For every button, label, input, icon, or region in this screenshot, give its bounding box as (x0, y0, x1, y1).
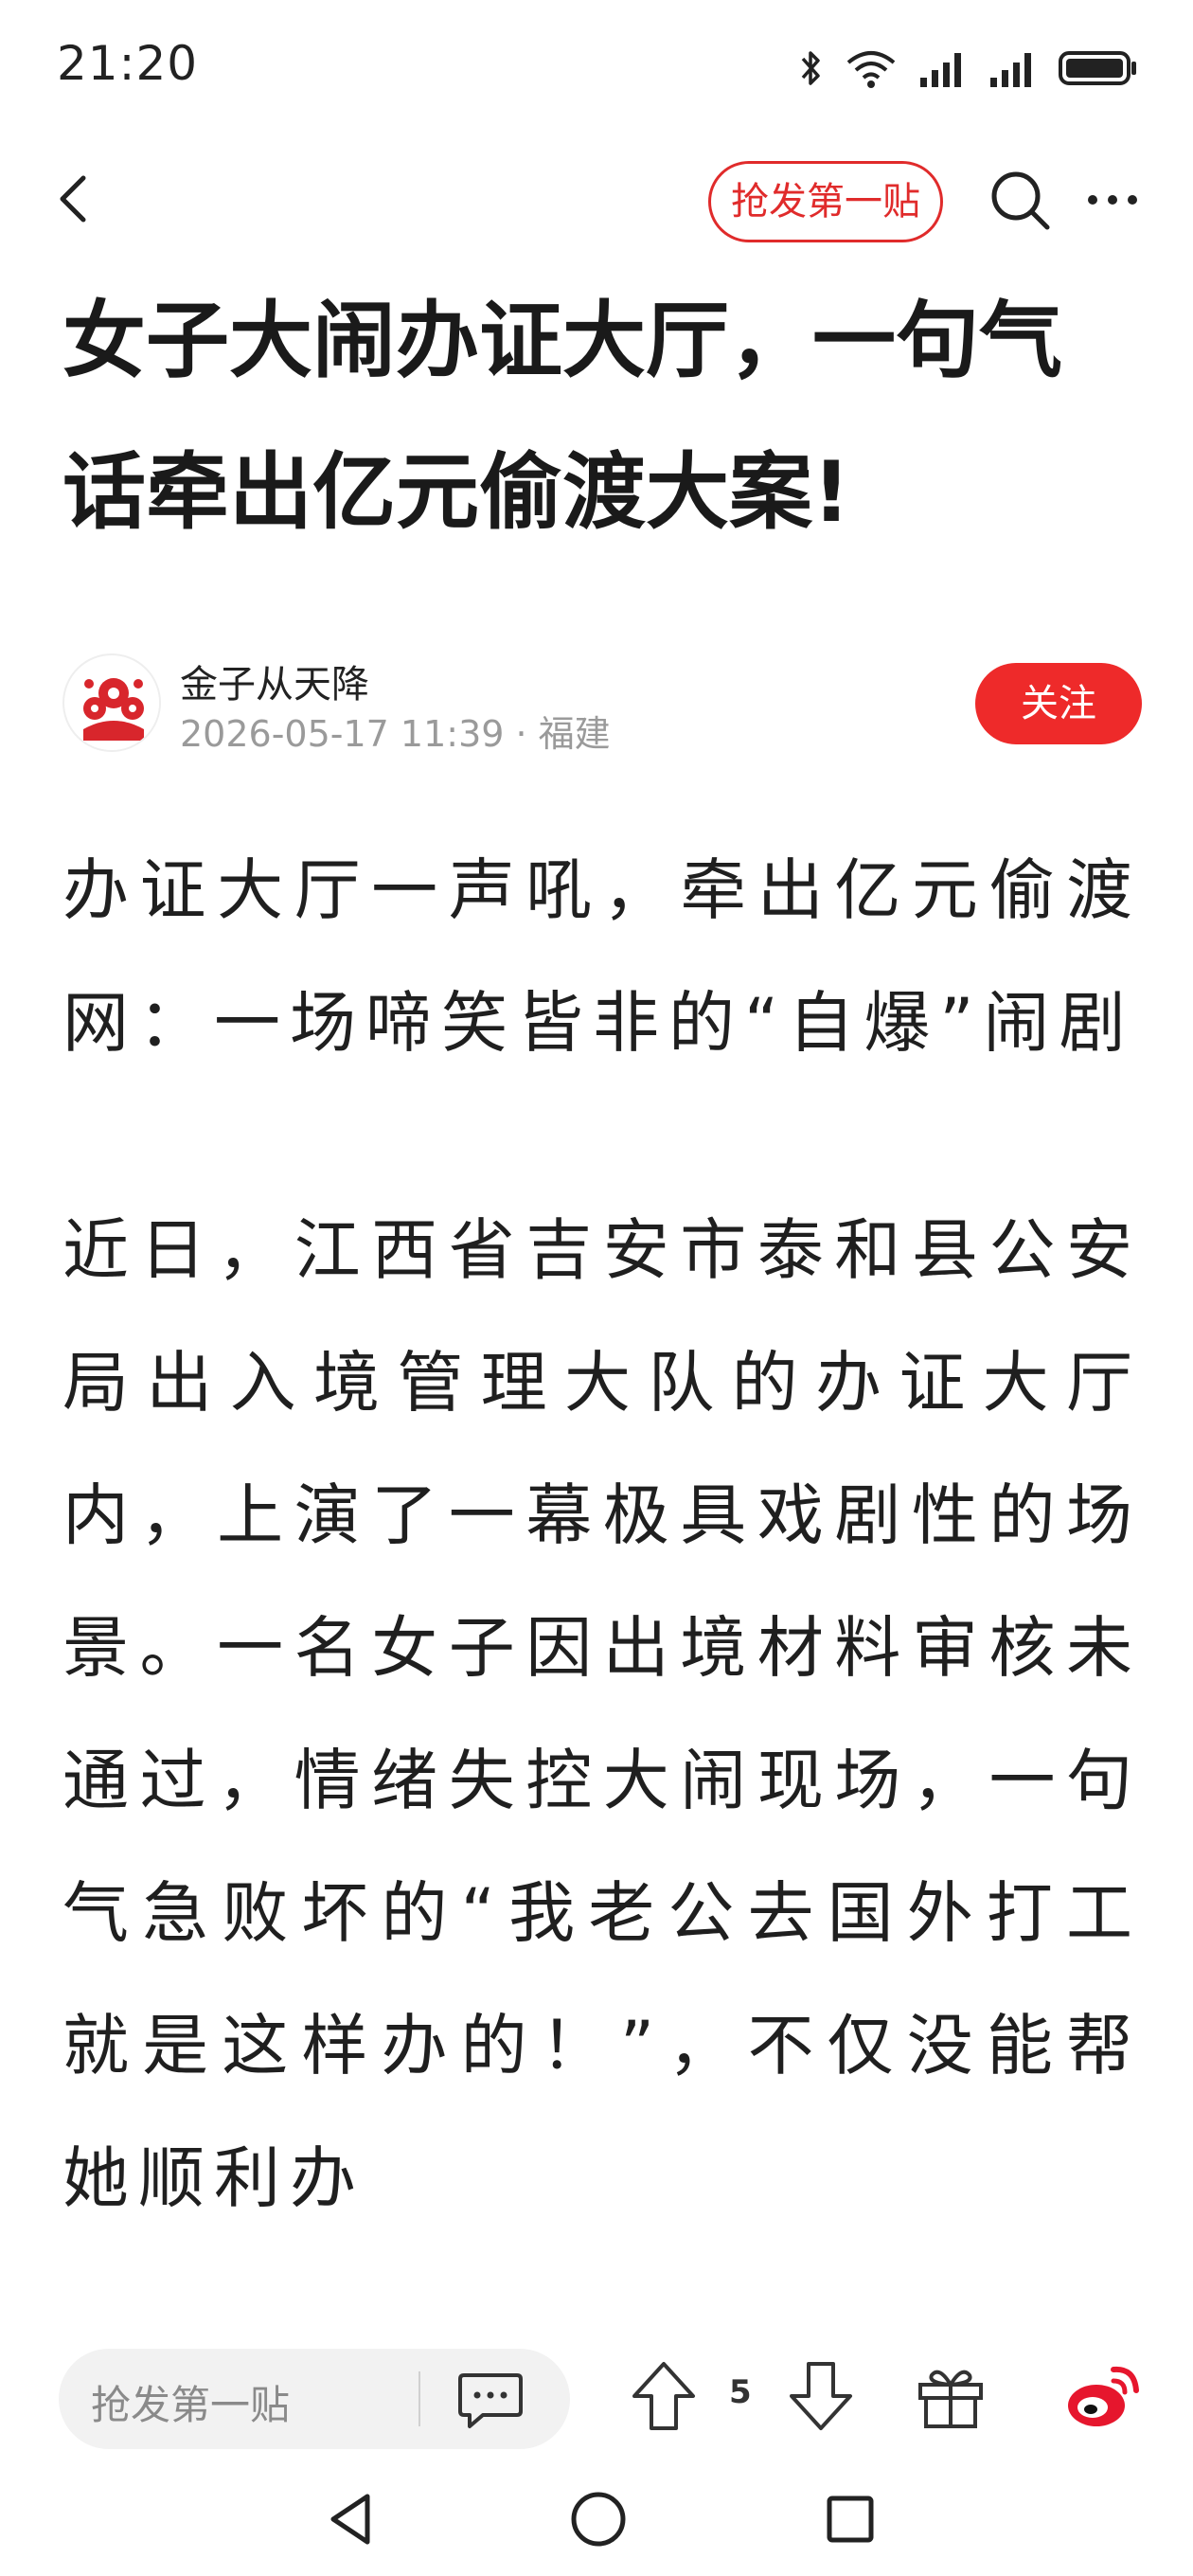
gift-icon[interactable] (915, 2362, 987, 2430)
upvote-arrow-icon[interactable] (629, 2358, 699, 2434)
wifi-icon (846, 51, 896, 88)
more-icon[interactable] (1079, 167, 1146, 233)
comment-placeholder: 抢发第一贴 (91, 2382, 291, 2428)
screen: 21:20 抢发第一贴 女子大闹办证大厅，一句气话牵出亿元偷渡大案! 金子从天降… (0, 0, 1193, 2576)
bottom-action-bar: 抢发第一贴 5 (0, 2320, 1193, 2462)
post-meta: 2026-05-17 11:39 · 福建 (180, 713, 611, 755)
recents-square-icon[interactable] (822, 2489, 879, 2549)
first-post-button[interactable]: 抢发第一贴 (708, 161, 943, 242)
top-nav: 抢发第一贴 (0, 142, 1193, 256)
search-icon[interactable] (987, 167, 1053, 233)
signal-icon (990, 53, 1031, 87)
status-time: 21:20 (57, 36, 199, 91)
author-name[interactable]: 金子从天降 (180, 653, 369, 708)
article-paragraph: 近日，江西省吉安市泰和县公安局出入境管理大队的办证大厅内，上演了一幕极具戏剧性的… (62, 1211, 1142, 2217)
article-title: 女子大闹办证大厅，一句气话牵出亿元偷渡大案! (62, 292, 1063, 541)
battery-icon (1059, 51, 1136, 85)
downvote-arrow-icon[interactable] (786, 2358, 856, 2434)
home-circle-icon[interactable] (568, 2489, 629, 2549)
article-paragraph: 办证大厅一声吼，牵出亿元偷渡网：一场啼笑皆非的“自爆”闹剧 (62, 851, 1142, 1062)
chevron-left-icon[interactable] (47, 170, 104, 227)
signal-icon (920, 53, 961, 87)
paper-cut-avatar-icon (66, 657, 159, 750)
status-bar: 21:20 (0, 0, 1193, 133)
bluetooth-icon (801, 51, 820, 85)
avatar[interactable] (62, 653, 161, 752)
follow-button[interactable]: 关注 (975, 663, 1142, 744)
article-body: 办证大厅一声吼，牵出亿元偷渡网：一场啼笑皆非的“自爆”闹剧 近日，江西省吉安市泰… (62, 824, 1142, 2245)
comment-bubble-icon[interactable] (454, 2366, 526, 2434)
divider (418, 2371, 420, 2426)
comment-input[interactable]: 抢发第一贴 (59, 2349, 570, 2449)
vote-count: 5 (729, 2373, 752, 2411)
back-triangle-icon[interactable] (322, 2489, 379, 2549)
weibo-share-icon[interactable] (1060, 2358, 1142, 2434)
system-nav-bar (0, 2462, 1193, 2576)
author-row: 金子从天降 2026-05-17 11:39 · 福建 关注 (0, 644, 1193, 758)
status-icons (799, 42, 1138, 95)
